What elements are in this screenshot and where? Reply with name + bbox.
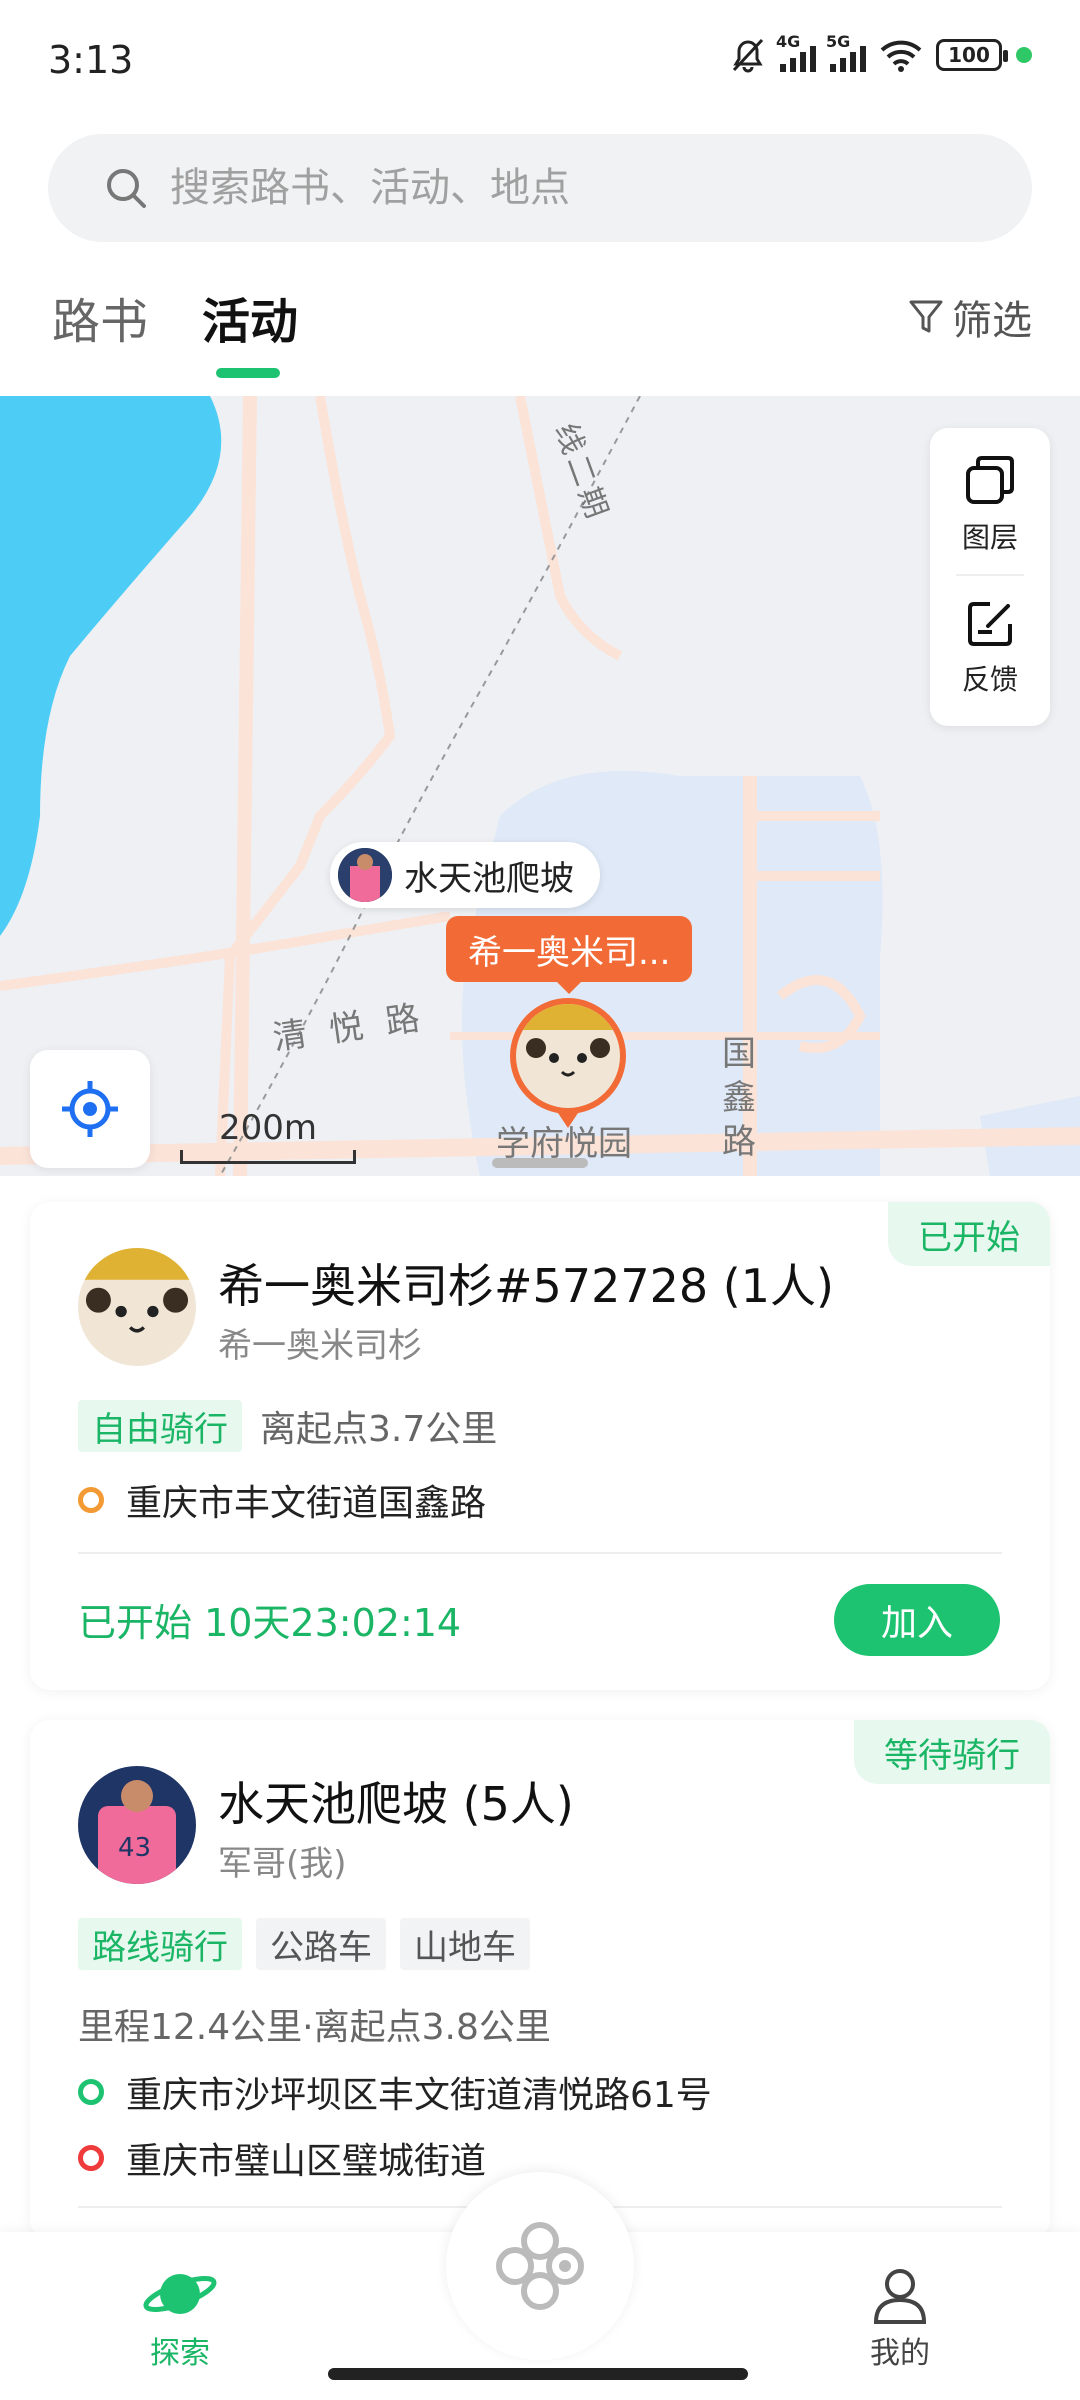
center-action-button[interactable] <box>446 2172 634 2360</box>
location-ring-icon <box>78 1487 104 1513</box>
activity-card[interactable]: 等待骑行 43 水天池爬坡 (5人) 军哥(我) 路线骑行 公路车 山地车 里程… <box>30 1720 1050 2240</box>
battery-indicator: 100 <box>936 39 1008 71</box>
nav-mine[interactable]: 我的 <box>820 2264 980 2372</box>
avatar: 43 <box>78 1766 196 1884</box>
sheet-drag-handle[interactable] <box>492 1158 588 1168</box>
battery-level: 100 <box>948 43 990 67</box>
net-label-5g: 5G <box>826 32 851 51</box>
ride-type-chip: 自由骑行 <box>78 1400 242 1452</box>
map-scale: 200m <box>180 1108 356 1164</box>
otter-avatar-icon <box>78 1248 196 1366</box>
layers-label: 图层 <box>961 521 1018 554</box>
feedback-edit-icon <box>968 602 1012 646</box>
feedback-label: 反馈 <box>961 663 1018 696</box>
end-address-row: 重庆市璧山区璧城街道 <box>78 2132 486 2184</box>
tab-routebook[interactable]: 路书 <box>52 282 148 352</box>
started-timer: 已开始 10天23:02:14 <box>78 1601 462 1645</box>
svg-text:43: 43 <box>118 1833 151 1863</box>
bike-type-chip: 公路车 <box>256 1918 386 1970</box>
status-time: 3:13 <box>48 38 134 82</box>
route-meta: 里程12.4公里·离起点3.8公里 <box>78 2007 551 2048</box>
card-subtitle: 希一奥米司杉 <box>218 1326 422 1366</box>
mute-bell-icon <box>732 38 764 73</box>
card-title: 水天池爬坡 (5人) <box>218 1777 574 1831</box>
tab-active-indicator <box>216 368 280 378</box>
filter-label: 筛选 <box>952 298 1032 344</box>
planet-icon <box>143 2274 217 2314</box>
pill-avatar <box>338 848 392 902</box>
road-label-guoxin: 国 鑫 路 <box>722 1034 756 1162</box>
active-map-marker[interactable] <box>510 998 626 1128</box>
map-scale-label: 200m <box>218 1108 317 1148</box>
map-scale-bar <box>180 1150 356 1164</box>
map-view[interactable]: 线二期 清 悦 路 国 鑫 路 学府悦园 图层 反馈 水天池爬坡 希一奥米司..… <box>0 396 1080 1176</box>
join-button[interactable]: 加入 <box>834 1584 1000 1656</box>
card-divider <box>78 1552 1002 1554</box>
nav-explore[interactable]: 探索 <box>100 2264 260 2372</box>
status-badge-label: 已开始 <box>918 1217 1020 1258</box>
end-ring-icon <box>78 2145 104 2171</box>
map-activity-pill[interactable]: 水天池爬坡 <box>330 842 600 908</box>
filter-icon <box>909 300 943 333</box>
active-marker-label[interactable]: 希一奥米司... <box>446 916 693 994</box>
search-bar[interactable] <box>48 134 1032 242</box>
locate-button[interactable] <box>30 1050 150 1168</box>
distance-text: 离起点3.7公里 <box>260 1409 498 1450</box>
map-tools-panel: 图层 反馈 <box>930 428 1050 726</box>
user-icon <box>873 2269 927 2324</box>
status-badge: 已开始 <box>888 1202 1050 1266</box>
search-icon <box>107 169 146 208</box>
filter-button[interactable]: 筛选 <box>908 288 1032 346</box>
status-badge: 等待骑行 <box>854 1720 1050 1784</box>
card-title: 希一奥米司杉#572728 (1人) <box>218 1259 834 1313</box>
home-indicator[interactable] <box>328 2368 748 2380</box>
bike-type-chip: 山地车 <box>400 1918 530 1970</box>
tab-activity[interactable]: 活动 <box>202 282 299 378</box>
address-row: 重庆市丰文街道国鑫路 <box>78 1474 486 1526</box>
map-tools-divider <box>956 574 1024 576</box>
net-label-4g: 4G <box>776 32 801 51</box>
end-address-text: 重庆市璧山区璧城街道 <box>126 2141 487 2182</box>
search-input[interactable] <box>170 165 970 211</box>
otter-avatar-icon <box>516 1004 620 1108</box>
nav-explore-label: 探索 <box>150 2336 210 2371</box>
controller-icon <box>496 2222 584 2310</box>
wifi-icon <box>880 40 922 72</box>
signal-5g-icon: 5G <box>826 32 866 72</box>
pill-label-text: 水天池爬坡 <box>404 858 574 899</box>
start-address-row: 重庆市沙坪坝区丰文街道清悦路61号 <box>78 2066 712 2118</box>
feedback-button[interactable]: 反馈 <box>930 596 1050 698</box>
tab-routebook-label: 路书 <box>52 294 149 350</box>
address-text: 重庆市丰文街道国鑫路 <box>126 1483 487 1524</box>
tab-bar: 路书 活动 筛选 <box>0 270 1080 380</box>
locate-icon <box>62 1081 118 1137</box>
tab-activity-label: 活动 <box>202 294 299 350</box>
layers-icon <box>966 456 1014 504</box>
ride-type-chip: 路线骑行 <box>78 1918 242 1970</box>
card-tags: 自由骑行 离起点3.7公里 <box>78 1400 497 1452</box>
status-bar: 3:13 4G 5G 100 <box>0 0 1080 120</box>
start-address-text: 重庆市沙坪坝区丰文街道清悦路61号 <box>126 2075 712 2116</box>
card-tags: 路线骑行 公路车 山地车 <box>78 1918 530 1970</box>
privacy-dot <box>1016 47 1032 63</box>
layers-button[interactable]: 图层 <box>930 450 1050 556</box>
signal-4g-icon: 4G <box>776 32 816 72</box>
card-subtitle: 军哥(我) <box>218 1844 347 1884</box>
active-marker-text: 希一奥米司... <box>468 932 671 973</box>
start-ring-icon <box>78 2079 104 2105</box>
avatar <box>78 1248 196 1366</box>
status-icons: 4G 5G 100 <box>730 32 1032 74</box>
user-photo-icon: 43 <box>78 1766 196 1884</box>
activity-card[interactable]: 已开始 希一奥米司杉#572728 (1人) 希一奥米司杉 自由骑行 离起点3.… <box>30 1202 1050 1690</box>
status-badge-label: 等待骑行 <box>884 1735 1020 1776</box>
nav-mine-label: 我的 <box>870 2336 930 2371</box>
